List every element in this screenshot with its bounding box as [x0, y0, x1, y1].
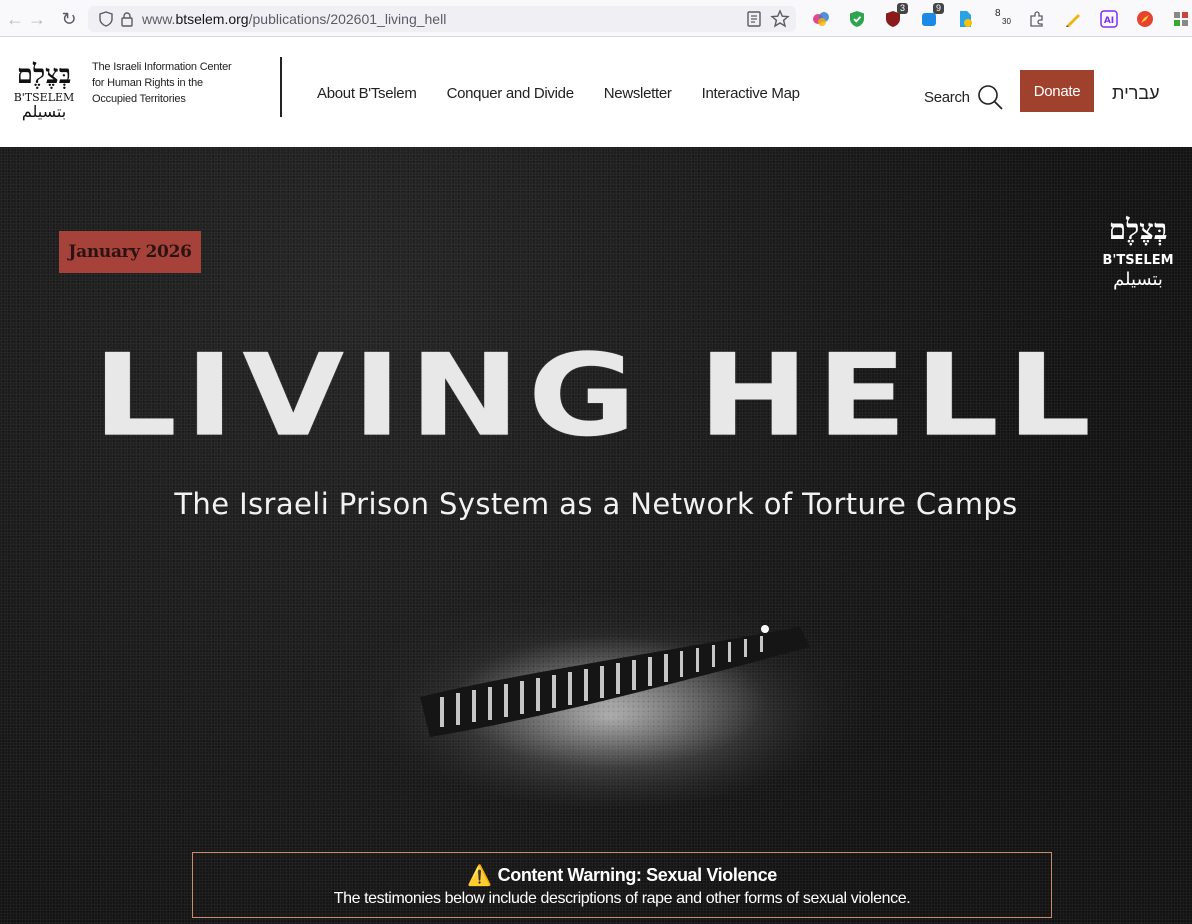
hero-subtitle: The Israeli Prison System as a Network o… [174, 487, 1018, 521]
ublock-badge: 3 [896, 3, 908, 14]
search-button[interactable]: Search [924, 83, 1004, 111]
extension-compass-icon[interactable] [1132, 6, 1158, 32]
search-label: Search [924, 88, 970, 106]
logo-hebrew: בְּצֶלֶם [17, 60, 72, 90]
content-warning-box: ⚠️ Content Warning: Sexual Violence The … [192, 852, 1052, 918]
reader-view-icon[interactable] [744, 9, 764, 29]
site-tagline: The Israeli Information Center for Human… [92, 59, 252, 107]
publication-date-badge: January 2026 [59, 231, 201, 273]
url-host: btselem.org [175, 11, 249, 27]
hero-logo-hebrew: בְּצֶלֶם [1109, 213, 1168, 246]
language-switch-hebrew[interactable]: עברית [1112, 83, 1160, 104]
extension-blue-icon[interactable]: 9 [916, 3, 944, 32]
content-warning-text: The testimonies below include descriptio… [333, 890, 911, 907]
counter-bottom: 30 [1002, 17, 1011, 26]
url-prefix: www. [142, 11, 176, 27]
extension-shield-icon[interactable] [844, 6, 870, 32]
extension-ai-icon[interactable]: AI [1096, 6, 1122, 32]
hero-title: LIVING HELL [92, 329, 1100, 463]
nav-newsletter[interactable]: Newsletter [604, 85, 672, 102]
extension-colorful-icon[interactable] [808, 6, 834, 32]
extension-file-icon[interactable] [952, 6, 978, 32]
logo-arabic: بتسيلم [22, 102, 66, 121]
bookmark-star-icon[interactable] [770, 9, 790, 29]
counter-top: 8 [995, 8, 1001, 19]
content-warning-title: ⚠️ Content Warning: Sexual Violence [193, 863, 1051, 888]
tagline-line: The Israeli Information Center [92, 61, 232, 73]
extension-badge: 9 [932, 3, 944, 14]
browser-toolbar: ← → ↻ www. btselem.org/publications/20260… [0, 0, 1192, 37]
warning-icon: ⚠️ [467, 865, 492, 887]
extensions-puzzle-icon[interactable] [1024, 6, 1050, 32]
hero-logo-arabic: بتسيلم [1113, 269, 1163, 290]
donate-button[interactable]: Donate [1020, 70, 1094, 112]
header-divider [280, 57, 282, 117]
nav-interactive-map[interactable]: Interactive Map [702, 85, 800, 102]
extension-pen-icon[interactable] [1060, 6, 1086, 32]
tagline-line: Occupied Territories [92, 93, 186, 105]
hero-btselem-logo: בְּצֶלֶם B'TSELEM بتسيلم [1102, 213, 1173, 290]
reload-button[interactable]: ↻ [54, 4, 84, 34]
forward-button[interactable]: → [22, 4, 52, 34]
lock-icon[interactable] [120, 11, 134, 27]
content-warning-heading: Content Warning: Sexual Violence [497, 865, 778, 885]
shield-icon[interactable] [98, 11, 114, 27]
btselem-logo[interactable]: בְּצֶלֶם B'TSELEM بتسيلم [12, 57, 76, 123]
address-bar[interactable]: www. btselem.org/publications/202601_livi… [88, 6, 796, 32]
svg-text:AI: AI [1104, 16, 1114, 26]
main-nav: About B'Tselem Conquer and Divide Newsle… [317, 85, 800, 102]
url-path: /publications/202601_living_hell [248, 11, 447, 27]
extension-counter-icon[interactable]: 8 30 [988, 6, 1014, 32]
extension-grid-icon[interactable] [1168, 6, 1192, 32]
ublock-icon[interactable]: 3 [880, 3, 908, 32]
hero-section: January 2026 בְּצֶלֶם B'TSELEM بتسيلم LI… [0, 147, 1192, 924]
prisoners-photo [380, 607, 840, 807]
site-header: בְּצֶלֶם B'TSELEM بتسيلم The Israeli Inf… [0, 37, 1192, 147]
nav-conquer-and-divide[interactable]: Conquer and Divide [447, 85, 574, 102]
search-icon [977, 85, 1003, 110]
nav-about[interactable]: About B'Tselem [317, 85, 417, 102]
hero-logo-latin: B'TSELEM [1102, 253, 1173, 268]
tagline-line: for Human Rights in the [92, 77, 203, 89]
